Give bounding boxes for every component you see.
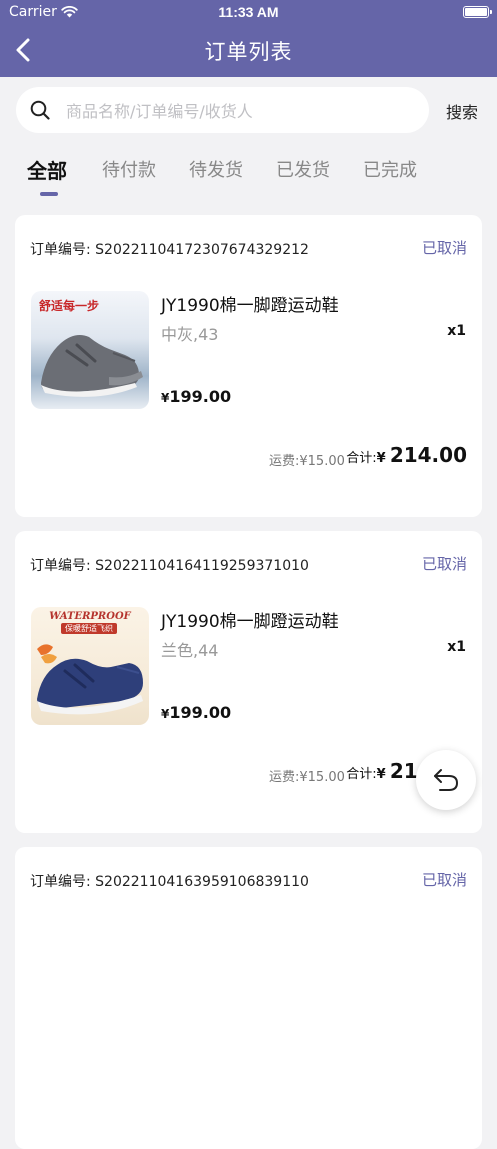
order-number: 订单编号: S20221104164119259371010 bbox=[30, 558, 309, 574]
price-value: 199.00 bbox=[169, 387, 232, 406]
undo-arrow-icon bbox=[434, 769, 459, 791]
product-quantity: x1 bbox=[447, 639, 466, 655]
order-status-tabs: 全部 待付款 待发货 已发货 已完成 bbox=[0, 150, 497, 200]
order-card[interactable]: 订单编号: S20221104164119259371010 已取消 WATER… bbox=[15, 531, 482, 833]
order-status: 已取消 bbox=[421, 239, 467, 257]
product-name: JY1990棉一脚蹬运动鞋 bbox=[161, 296, 339, 316]
product-spec: 中灰,43 bbox=[161, 325, 219, 344]
nav-header: Carrier 11:33 AM 订单列表 bbox=[0, 0, 497, 77]
total-amount: 214.00 bbox=[389, 443, 467, 467]
tab-pending-shipment[interactable]: 待发货 bbox=[189, 156, 243, 182]
search-button[interactable]: 搜索 bbox=[446, 99, 478, 123]
product-spec: 兰色,44 bbox=[161, 641, 219, 660]
shipping-fee: 运费:¥15.00 bbox=[269, 454, 345, 469]
shipping-fee: 运费:¥15.00 bbox=[269, 770, 345, 785]
shoe-illustration bbox=[37, 644, 143, 715]
product-image: WATERPROOF 保暖舒适飞织 bbox=[31, 607, 149, 725]
tab-completed[interactable]: 已完成 bbox=[363, 156, 417, 182]
total-label: 合计: bbox=[346, 767, 377, 782]
search-bar bbox=[16, 87, 429, 133]
tab-pending-payment[interactable]: 待付款 bbox=[102, 156, 156, 182]
price-value: 199.00 bbox=[169, 703, 232, 722]
product-image: 舒适每一步 bbox=[31, 291, 149, 409]
tab-all[interactable]: 全部 bbox=[27, 155, 67, 184]
total-label: 合计: bbox=[346, 451, 377, 466]
product-price: ¥199.00 bbox=[161, 387, 231, 406]
battery-icon bbox=[463, 6, 492, 18]
order-status: 已取消 bbox=[421, 871, 467, 889]
tab-shipped[interactable]: 已发货 bbox=[276, 156, 330, 182]
order-card[interactable]: 订单编号: S20221104172307674329212 已取消 舒适每一步… bbox=[15, 215, 482, 517]
product-price: ¥199.00 bbox=[161, 703, 231, 722]
order-card[interactable]: 订单编号: S20221104163959106839110 已取消 bbox=[15, 847, 482, 1149]
total-currency: ¥ bbox=[376, 767, 386, 782]
search-icon bbox=[30, 100, 50, 120]
page-title: 订单列表 bbox=[204, 40, 293, 64]
total-currency: ¥ bbox=[376, 451, 386, 466]
search-input[interactable] bbox=[64, 95, 418, 127]
order-status: 已取消 bbox=[421, 555, 467, 573]
active-tab-indicator bbox=[40, 192, 58, 196]
product-name: JY1990棉一脚蹬运动鞋 bbox=[161, 612, 339, 632]
status-bar: Carrier 11:33 AM bbox=[0, 0, 497, 26]
order-total: 合计:¥ 214.00 bbox=[346, 443, 467, 467]
shoe-illustration bbox=[41, 335, 143, 397]
back-to-previous-button[interactable] bbox=[416, 750, 476, 810]
order-number: 订单编号: S20221104163959106839110 bbox=[30, 874, 309, 890]
product-quantity: x1 bbox=[447, 323, 466, 339]
clock: 11:33 AM bbox=[218, 4, 279, 20]
order-number: 订单编号: S20221104172307674329212 bbox=[30, 242, 309, 258]
